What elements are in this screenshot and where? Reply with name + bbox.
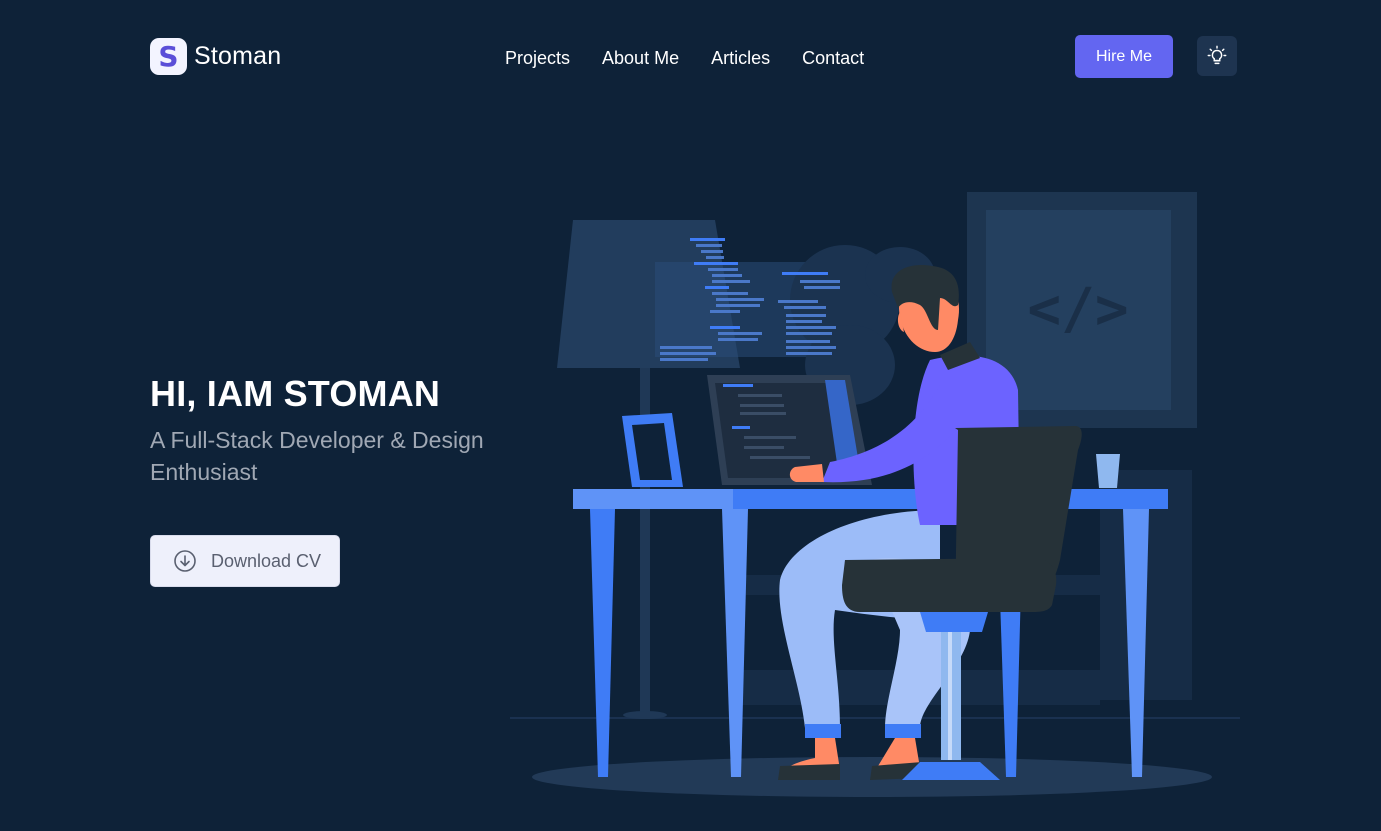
hire-me-button[interactable]: Hire Me — [1075, 35, 1173, 78]
theme-toggle-button[interactable] — [1197, 36, 1237, 76]
nav-link-articles[interactable]: Articles — [711, 48, 770, 69]
hero-title: HI, IAM STOMAN — [150, 373, 441, 414]
download-cv-button[interactable]: Download CV — [150, 535, 340, 587]
brand-name: Stoman — [194, 42, 282, 70]
logo-letter: S — [158, 39, 179, 73]
code-sign-text: </> — [1027, 277, 1128, 342]
download-icon — [174, 550, 196, 572]
main-nav: Projects About Me Articles Contact — [505, 48, 864, 69]
site-header: S Stoman Projects About Me Articles Cont… — [0, 0, 1381, 115]
office-chair — [842, 426, 1082, 780]
developer-illustration: </> — [510, 192, 1240, 797]
nav-link-contact[interactable]: Contact — [802, 48, 864, 69]
logo-mark-icon: S — [150, 38, 187, 75]
brand-logo[interactable]: S Stoman — [150, 38, 281, 75]
cup — [1096, 454, 1120, 488]
nav-link-about-me[interactable]: About Me — [602, 48, 679, 69]
download-cv-label: Download CV — [211, 550, 322, 571]
lightbulb-icon — [1207, 45, 1227, 65]
hero-subtitle: A Full-Stack Developer & Design Enthusia… — [150, 427, 484, 485]
picture-frame — [622, 413, 683, 487]
nav-link-projects[interactable]: Projects — [505, 48, 570, 69]
